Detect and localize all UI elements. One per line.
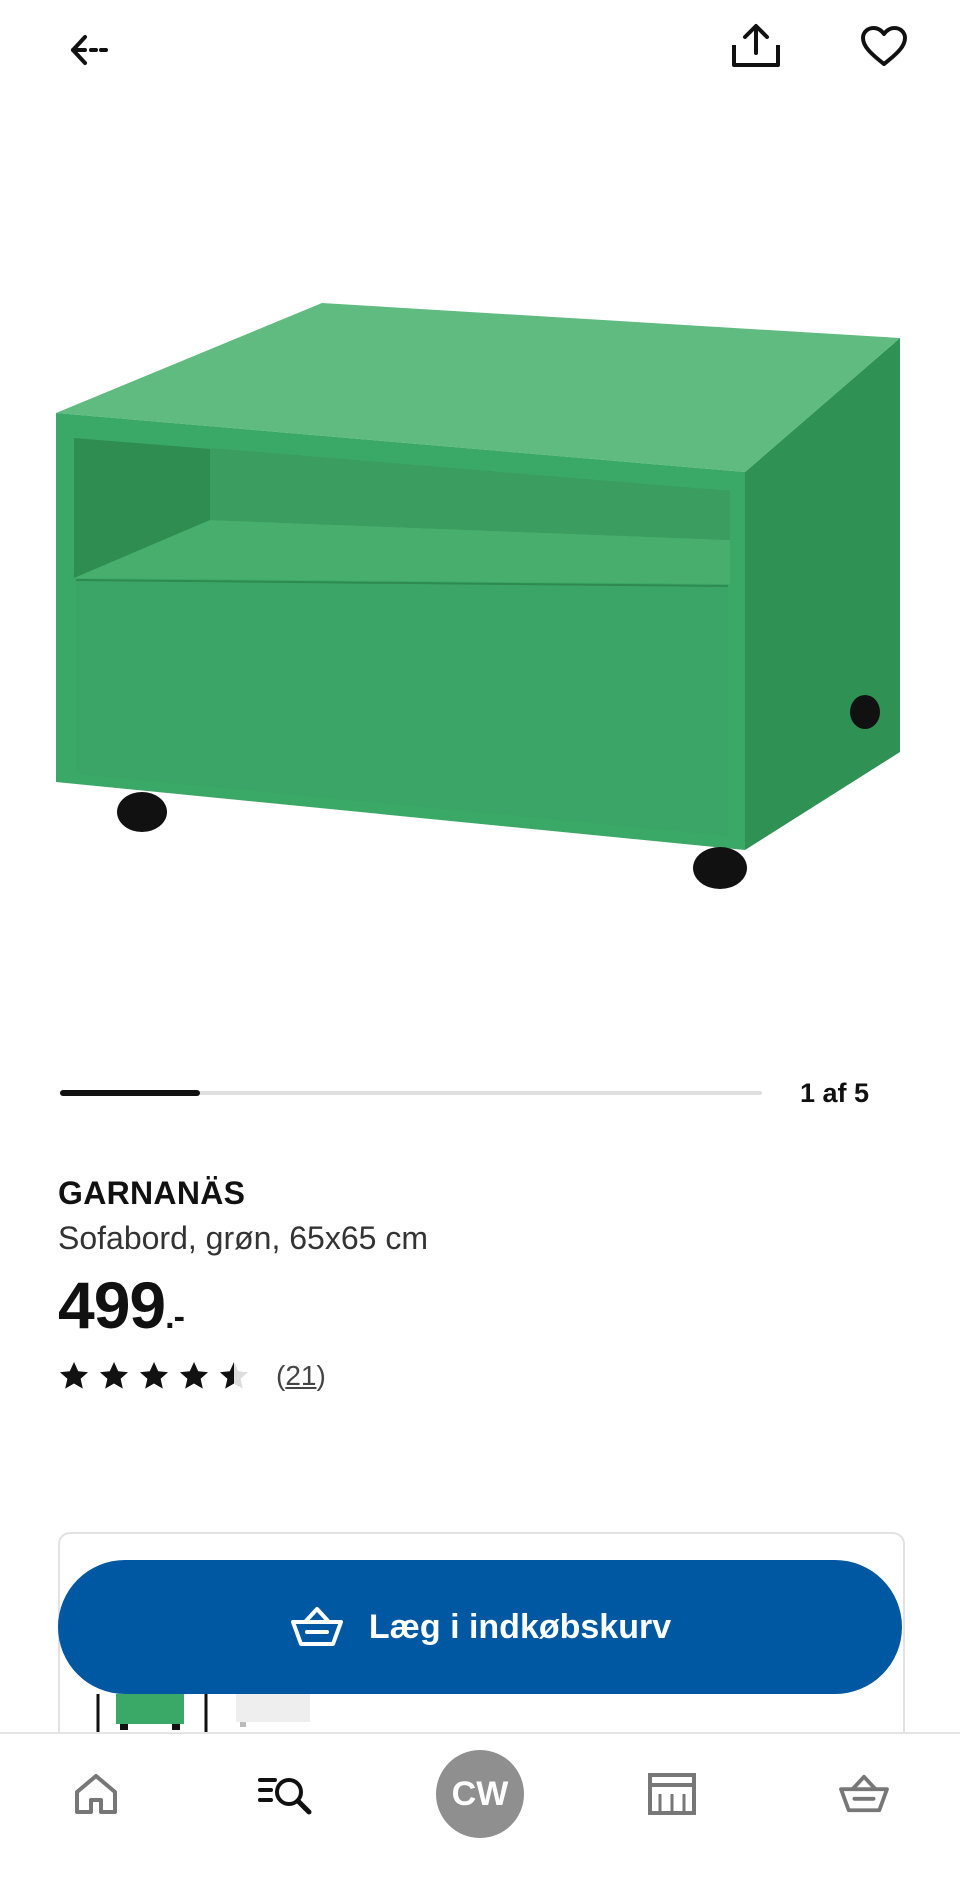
basket-icon: [839, 1774, 889, 1813]
review-count-number: 21: [285, 1360, 317, 1391]
star-icon: [60, 1362, 88, 1389]
add-to-cart-button[interactable]: Læg i indkøbskurv: [58, 1560, 902, 1694]
avatar: CW: [436, 1750, 524, 1838]
share-icon: [732, 24, 780, 67]
nav-store[interactable]: [612, 1734, 732, 1854]
back-button[interactable]: [56, 18, 120, 82]
heart-icon: [861, 26, 907, 66]
nav-profile[interactable]: CW: [420, 1734, 540, 1854]
store-icon: [648, 1773, 696, 1815]
product-name: GARNANÄS: [58, 1175, 246, 1211]
price: 499.-: [58, 1268, 185, 1352]
review-count[interactable]: (21): [276, 1360, 326, 1392]
product-image[interactable]: [0, 120, 960, 960]
rating[interactable]: (21): [58, 1360, 326, 1392]
star-icon: [100, 1362, 128, 1389]
star-icon: [220, 1362, 248, 1389]
search-icon: [258, 1778, 312, 1815]
variant-thumbnail-green[interactable]: [116, 1694, 184, 1724]
add-to-cart-label: Læg i indkøbskurv: [368, 1607, 672, 1646]
star-icon: [180, 1362, 208, 1389]
bottom-navigation: CW: [0, 1732, 960, 1885]
share-button[interactable]: [724, 14, 788, 78]
variant-thumbnail-strip: [96, 1694, 310, 1734]
home-icon: [75, 1774, 117, 1814]
image-counter: 1 af 5: [800, 1078, 870, 1108]
nav-cart[interactable]: [804, 1734, 924, 1854]
carousel-progress-fill: [60, 1090, 201, 1096]
coffee-table-image: [56, 303, 900, 889]
carousel-progress: [60, 1090, 762, 1096]
nav-search[interactable]: [226, 1734, 346, 1854]
rating-stars: [58, 1360, 250, 1392]
variant-thumbnail-white[interactable]: [236, 1694, 310, 1722]
product-description: Sofabord, grøn, 65x65 cm: [58, 1220, 428, 1256]
price-value: 499: [58, 1268, 166, 1342]
basket-icon: [290, 1607, 343, 1646]
price-suffix: .-: [165, 1298, 185, 1336]
back-arrow-icon: [71, 35, 108, 65]
nav-home[interactable]: [36, 1734, 156, 1854]
star-icon: [140, 1362, 168, 1389]
variant-thumbnails[interactable]: [96, 1694, 336, 1734]
favorite-button[interactable]: [852, 14, 916, 78]
